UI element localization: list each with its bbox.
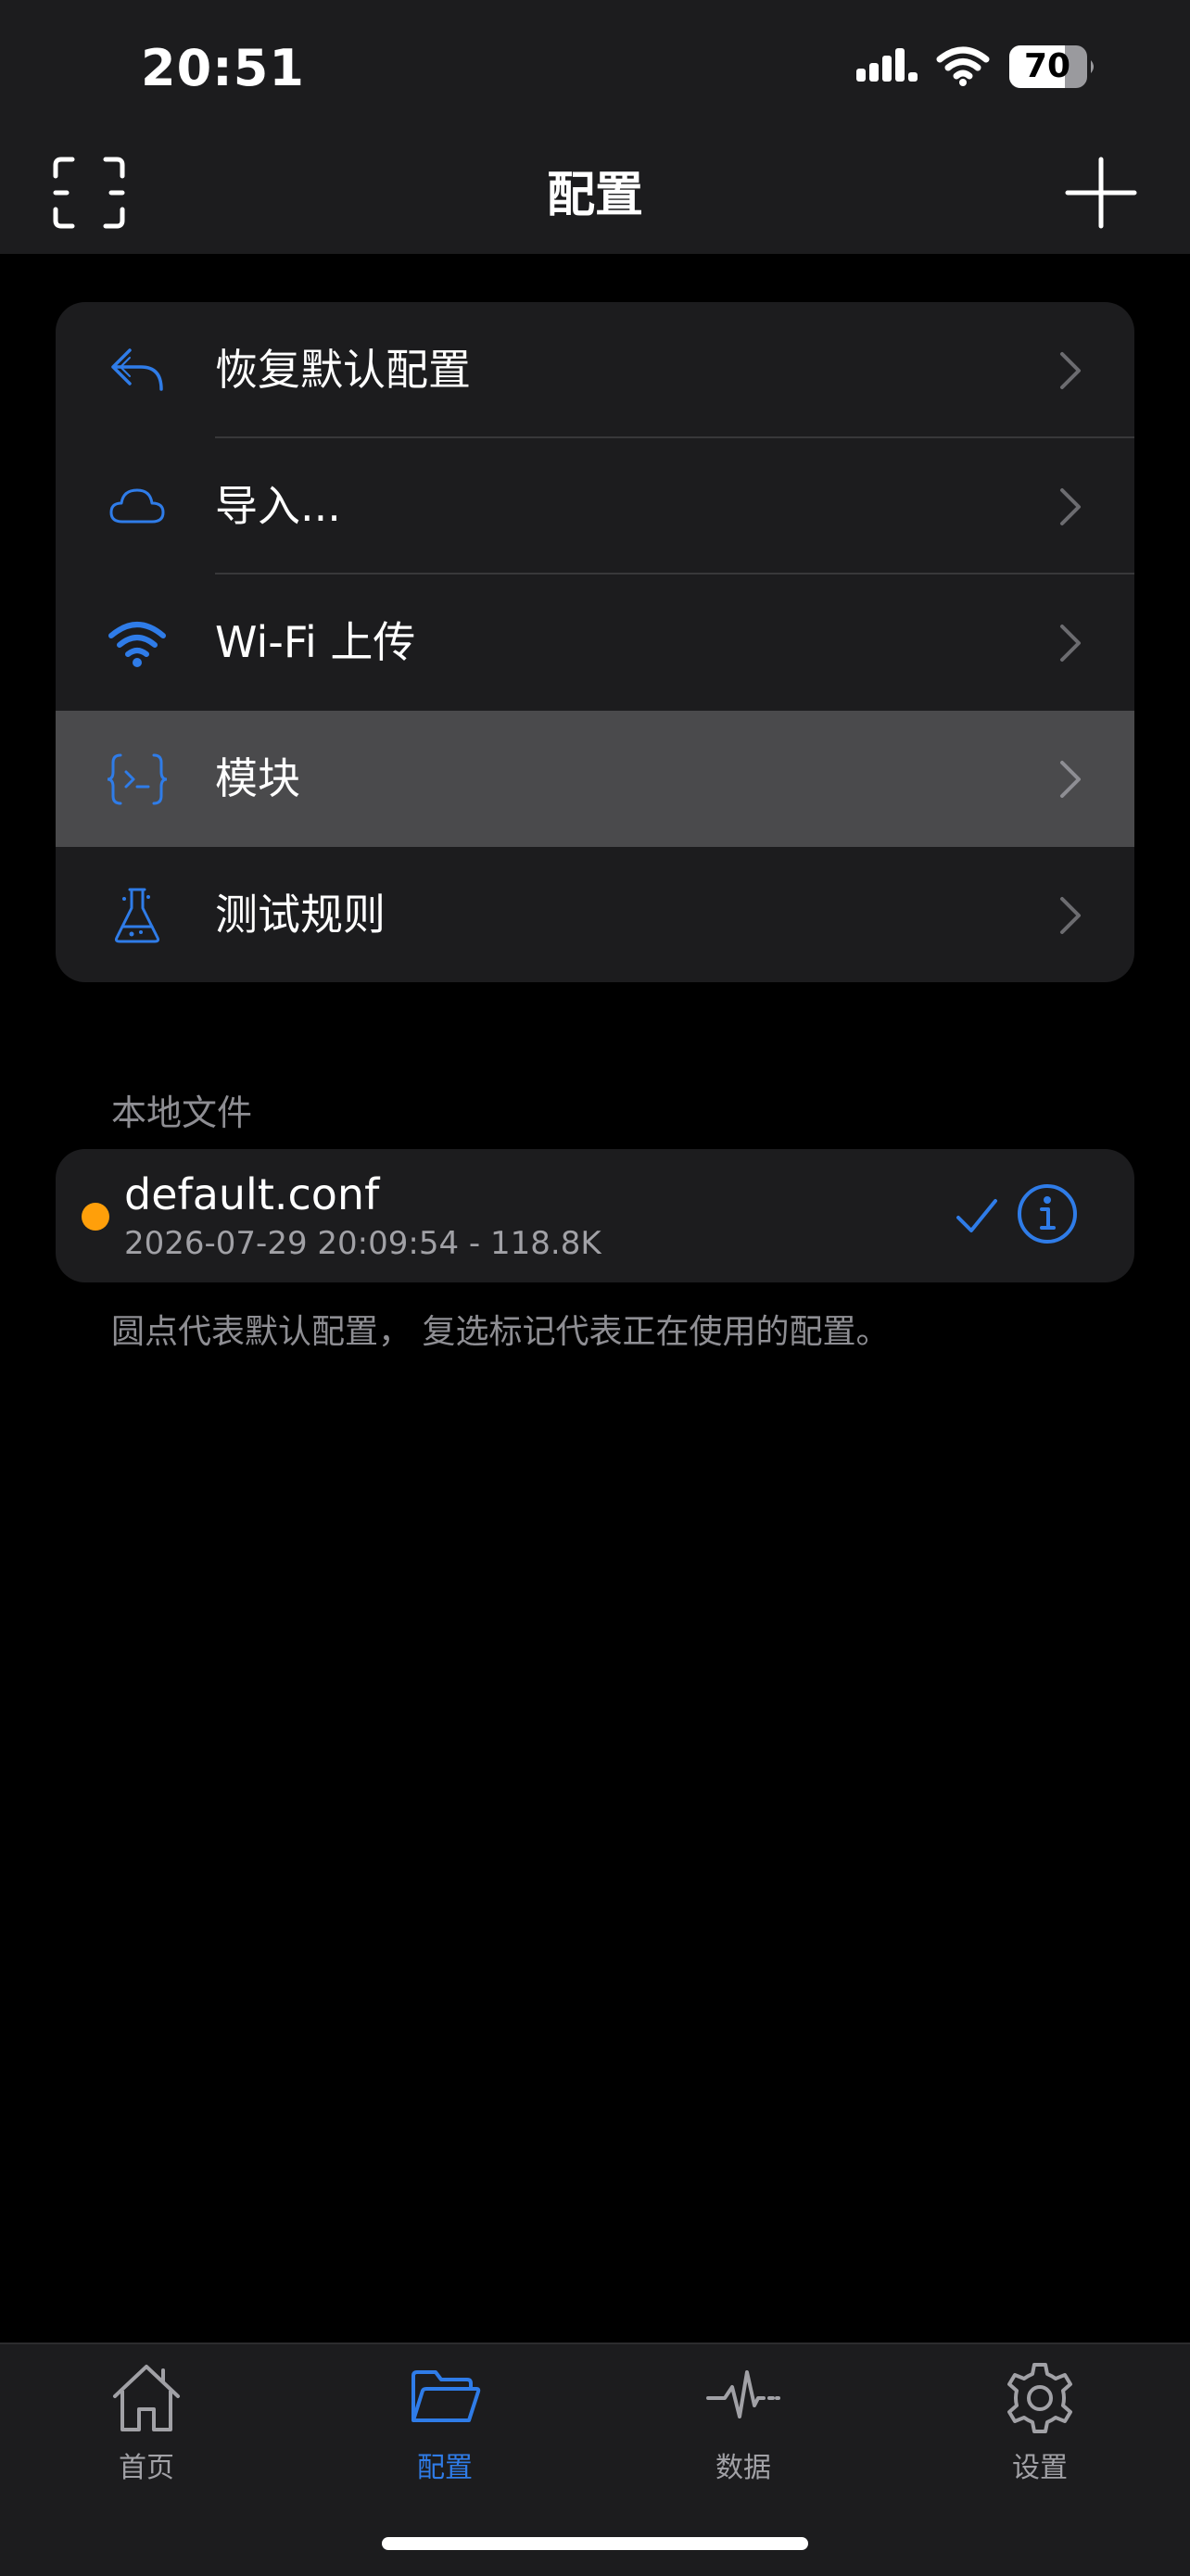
config-menu: 恢复默认配置 导入... Wi-Fi 上传 模块 测试规则 <box>56 302 1134 982</box>
menu-item-wifi-upload[interactable]: Wi-Fi 上传 <box>56 575 1134 711</box>
menu-item-test-rules[interactable]: 测试规则 <box>56 847 1134 982</box>
menu-item-label: 模块 <box>215 753 300 803</box>
wifi-icon <box>108 622 166 667</box>
menu-item-restore-default[interactable]: 恢复默认配置 <box>56 302 1134 438</box>
file-name: default.conf <box>124 1169 380 1219</box>
battery-indicator: 70 <box>1008 44 1097 89</box>
menu-item-import[interactable]: 导入... <box>56 438 1134 575</box>
menu-item-label: 导入... <box>215 481 341 531</box>
battery-level: 70 <box>1023 47 1071 85</box>
waveform-icon <box>706 2370 780 2418</box>
tab-label: 设置 <box>1012 2452 1068 2484</box>
page-title: 配置 <box>546 168 643 223</box>
file-meta: 2026-07-29 20:09:54 - 118.8K <box>124 1225 601 1262</box>
default-indicator-dot <box>82 1203 109 1231</box>
cloud-icon <box>109 488 165 524</box>
menu-item-modules[interactable]: 模块 <box>56 711 1134 847</box>
chevron-right-icon <box>1060 761 1081 798</box>
code-braces-icon <box>108 753 167 805</box>
chevron-right-icon <box>1060 352 1081 389</box>
home-indicator[interactable] <box>382 2537 808 2550</box>
flask-icon <box>114 888 160 943</box>
scan-icon[interactable] <box>52 156 126 230</box>
tab-label: 配置 <box>417 2452 473 2484</box>
plus-icon[interactable] <box>1064 156 1138 230</box>
status-time: 20:51 <box>141 39 305 97</box>
folder-icon <box>411 2370 481 2422</box>
menu-item-label: 测试规则 <box>215 890 386 940</box>
chevron-right-icon <box>1060 897 1081 934</box>
chevron-right-icon <box>1060 488 1081 525</box>
tab-label: 首页 <box>119 2452 174 2484</box>
house-icon <box>113 2365 180 2431</box>
tab-config[interactable]: 配置 <box>343 2361 547 2485</box>
legend-footnote: 圆点代表默认配置， 复选标记代表正在使用的配置。 <box>111 1313 890 1351</box>
status-icons: 70 <box>856 44 1097 89</box>
local-files-header: 本地文件 <box>111 1092 253 1133</box>
menu-item-label: Wi-Fi 上传 <box>215 617 416 667</box>
wifi-status-icon <box>936 46 990 86</box>
menu-item-label: 恢复默认配置 <box>215 345 471 395</box>
top-bar: 20:51 70 配置 <box>0 0 1190 254</box>
checkmark-icon <box>956 1199 997 1232</box>
info-icon[interactable] <box>1016 1182 1079 1245</box>
tab-home[interactable]: 首页 <box>44 2361 248 2485</box>
chevron-right-icon <box>1060 625 1081 662</box>
tab-label: 数据 <box>715 2452 771 2484</box>
gear-icon <box>1007 2363 1072 2433</box>
cellular-signal-icon <box>856 48 918 82</box>
tab-settings[interactable]: 设置 <box>938 2361 1142 2485</box>
reply-arrow-icon <box>111 348 163 391</box>
tab-data[interactable]: 数据 <box>641 2361 845 2485</box>
file-row-default-conf[interactable]: default.conf 2026-07-29 20:09:54 - 118.8… <box>56 1149 1134 1282</box>
